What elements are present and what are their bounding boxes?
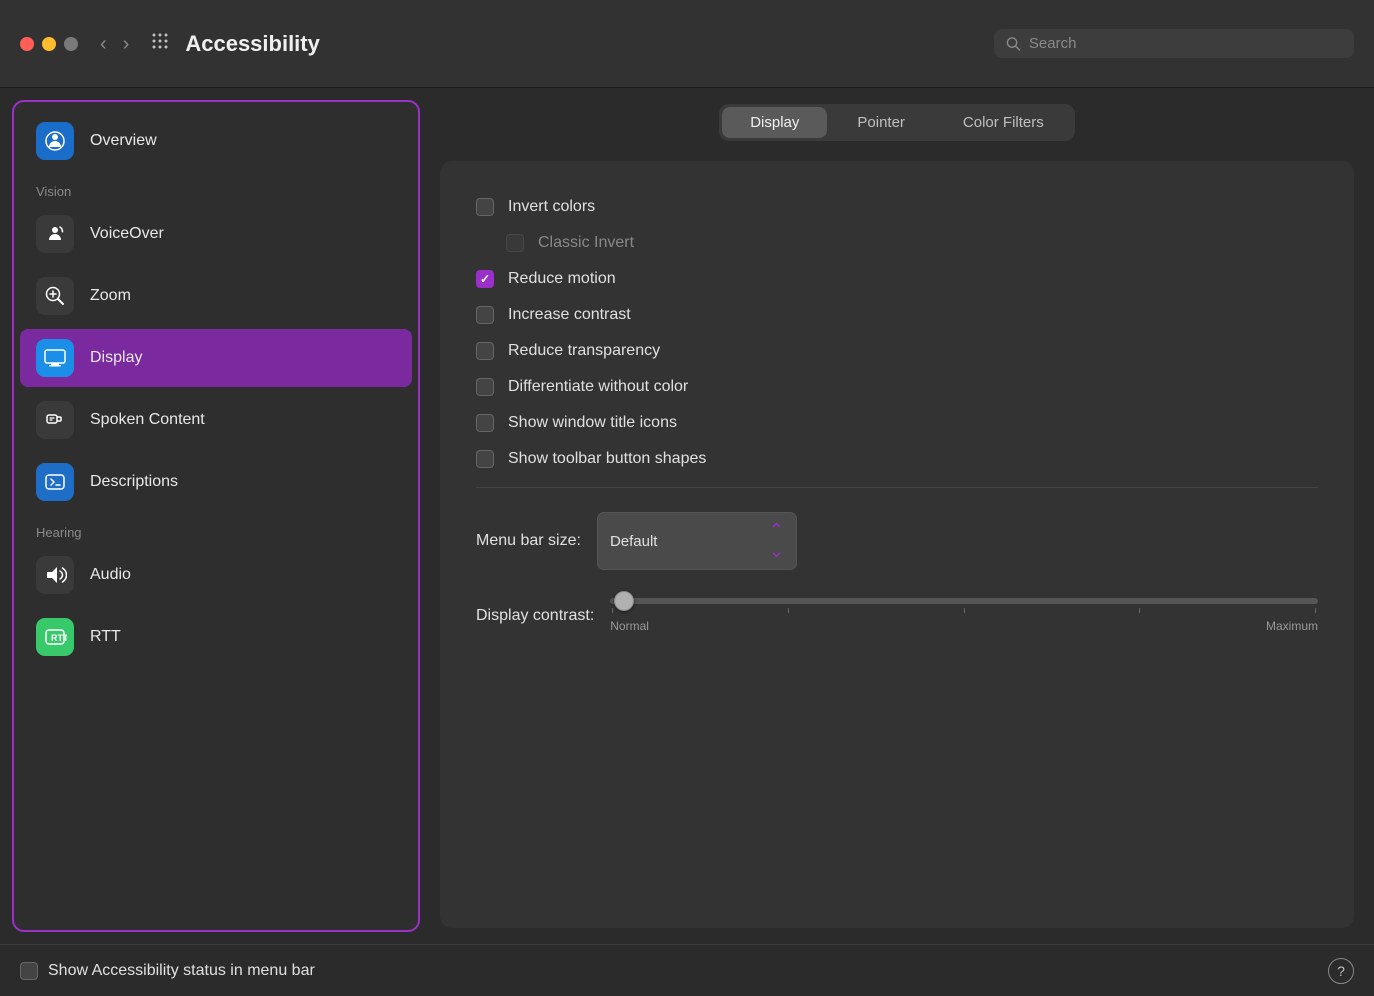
close-button[interactable] [20,37,34,51]
zoom-icon [36,277,74,315]
tab-group: Display Pointer Color Filters [719,104,1075,141]
right-panel: Display Pointer Color Filters Invert col… [420,88,1374,944]
sidebar-item-overview[interactable]: Overview [20,112,412,170]
contrast-slider-track[interactable] [610,598,1318,604]
window-title-checkbox[interactable] [476,414,494,432]
sidebar-item-zoom[interactable]: Zoom [20,267,412,325]
window-title-label: Show window title icons [508,414,677,432]
search-input[interactable] [1029,35,1342,52]
sidebar-zoom-label: Zoom [90,287,131,305]
sidebar: Overview Vision VoiceOver [12,100,420,932]
slider-labels: Normal Maximum [610,619,1318,633]
reduce-motion-checkbox[interactable] [476,270,494,288]
menu-bar-row: Menu bar size: Default ⌃⌄ [476,498,1318,584]
help-button[interactable]: ? [1328,958,1354,984]
tab-display[interactable]: Display [722,107,827,138]
sidebar-display-label: Display [90,349,142,367]
main-content: Overview Vision VoiceOver [0,88,1374,944]
page-title: Accessibility [185,31,994,57]
menu-bar-select[interactable]: Default ⌃⌄ [597,512,797,570]
sidebar-audio-label: Audio [90,566,131,584]
sidebar-item-spoken[interactable]: Spoken Content [20,391,412,449]
increase-contrast-label: Increase contrast [508,306,631,324]
voiceover-icon [36,215,74,253]
status-menu-bar-label: Show Accessibility status in menu bar [48,962,315,980]
svg-text:RTT: RTT [51,633,67,643]
tab-bar: Display Pointer Color Filters [440,104,1354,141]
sidebar-item-display[interactable]: Display [20,329,412,387]
display-icon [36,339,74,377]
status-menu-bar-checkbox[interactable] [20,962,38,980]
toolbar-shapes-checkbox[interactable] [476,450,494,468]
window-title-row: Show window title icons [476,405,1318,441]
toolbar-shapes-label: Show toolbar button shapes [508,450,706,468]
differentiate-row: Differentiate without color [476,369,1318,405]
tab-pointer[interactable]: Pointer [829,107,933,138]
slider-ticks [610,608,1318,613]
sidebar-item-rtt[interactable]: RTT RTT [20,608,412,666]
maximize-button[interactable] [64,37,78,51]
classic-invert-checkbox[interactable] [506,234,524,252]
slider-container: Normal Maximum [610,598,1318,633]
classic-invert-row: Classic Invert [476,225,1318,261]
select-arrows-icon: ⌃⌄ [769,520,784,562]
descriptions-icon [36,463,74,501]
audio-icon [36,556,74,594]
reduce-transparency-checkbox[interactable] [476,342,494,360]
spoken-icon [36,401,74,439]
sidebar-spoken-label: Spoken Content [90,411,205,429]
sidebar-voiceover-label: VoiceOver [90,225,164,243]
back-button[interactable]: ‹ [94,30,113,58]
contrast-slider-thumb[interactable] [614,591,634,611]
increase-contrast-checkbox[interactable] [476,306,494,324]
search-icon [1006,36,1021,52]
search-box[interactable] [994,29,1354,58]
slider-maximum-label: Maximum [1266,619,1318,633]
sidebar-item-audio[interactable]: Audio [20,546,412,604]
differentiate-checkbox[interactable] [476,378,494,396]
sidebar-item-voiceover[interactable]: VoiceOver [20,205,412,263]
traffic-lights [20,37,78,51]
reduce-motion-row: Reduce motion [476,261,1318,297]
bottom-bar: Show Accessibility status in menu bar ? [0,944,1374,996]
reduce-transparency-row: Reduce transparency [476,333,1318,369]
minimize-button[interactable] [42,37,56,51]
toolbar-shapes-row: Show toolbar button shapes [476,441,1318,477]
bottom-checkbox-row: Show Accessibility status in menu bar [20,962,315,980]
reduce-motion-label: Reduce motion [508,270,616,288]
sidebar-rtt-label: RTT [90,628,121,646]
display-contrast-label: Display contrast: [476,607,594,625]
invert-colors-label: Invert colors [508,198,595,216]
vision-section-label: Vision [14,172,418,203]
menu-bar-size-label: Menu bar size: [476,532,581,550]
titlebar: ‹ › Accessibility [0,0,1374,88]
slider-normal-label: Normal [610,619,649,633]
increase-contrast-row: Increase contrast [476,297,1318,333]
sidebar-overview-label: Overview [90,132,157,150]
nav-buttons: ‹ › [94,30,135,58]
settings-panel: Invert colors Classic Invert Reduce moti… [440,161,1354,928]
hearing-section-label: Hearing [14,513,418,544]
menu-bar-value: Default [610,533,658,550]
classic-invert-label: Classic Invert [538,234,634,252]
sidebar-item-descriptions[interactable]: Descriptions [20,453,412,511]
contrast-row: Display contrast: Normal Maximum [476,584,1318,641]
tab-color-filters[interactable]: Color Filters [935,107,1072,138]
forward-button[interactable]: › [117,30,136,58]
invert-colors-row: Invert colors [476,189,1318,225]
reduce-transparency-label: Reduce transparency [508,342,660,360]
differentiate-label: Differentiate without color [508,378,688,396]
overview-icon [36,122,74,160]
invert-colors-checkbox[interactable] [476,198,494,216]
sidebar-descriptions-label: Descriptions [90,473,178,491]
rtt-icon: RTT [36,618,74,656]
grid-button[interactable] [147,28,173,59]
divider-1 [476,487,1318,488]
